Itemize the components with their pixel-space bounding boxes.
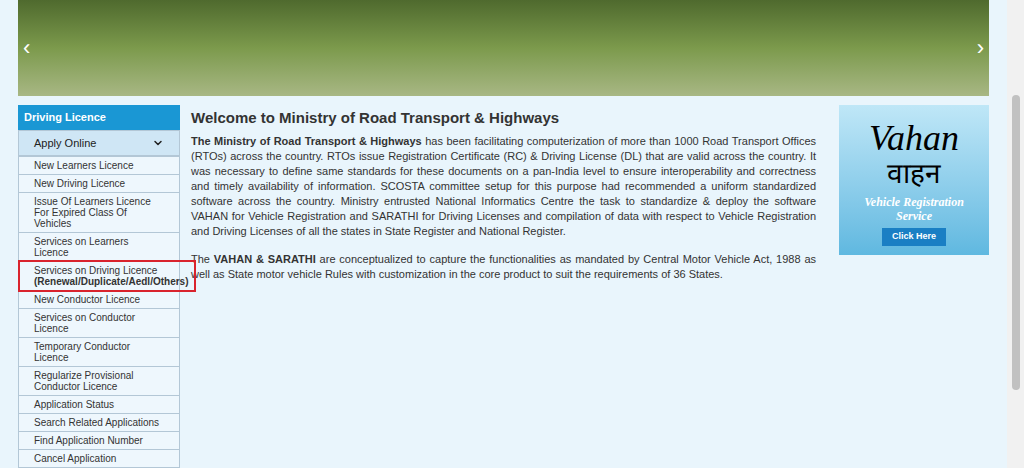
sidebar-item-label: Application Status [34,399,164,410]
ad-title: Vahan [869,119,959,157]
content: ‹›Driving LicenceApply OnlineNew Learner… [0,0,1007,468]
sidebar-item-label: Services on Driving Licence [34,265,164,276]
apply-online-section[interactable]: Apply Online [18,130,180,157]
sidebar-item-label: Temporary Conductor Licence [34,341,164,363]
paragraph-segment: has been facilitating computerization of… [191,135,816,237]
sidebar-item[interactable]: New Conductor Licence [18,290,180,309]
sidebar-item[interactable]: Regularize Provisional Conductor Licence [18,366,180,396]
sidebar-item-label: New Learners Licence [34,160,164,171]
page: ‹›Driving LicenceApply OnlineNew Learner… [0,0,1024,468]
sidebar-item[interactable]: Issue Of Learners Licence For Expired Cl… [18,192,180,233]
sidebar-item-label: Cancel Application [34,453,164,464]
sidebar-item-label: Find Application Number [34,435,164,446]
sidebar-item-label: Services on Learners Licence [34,236,164,258]
sidebar: Driving Licence Apply Online New Learners … [18,105,180,468]
sidebar-item[interactable]: Application Status [18,395,180,414]
sidebar-item[interactable]: Services on Driving Licence(Renewal/Dupl… [18,261,180,291]
sidebar-item-sublabel: (Renewal/Duplicate/Aedl/Others) [34,276,164,287]
sidebar-item-label: Search Related Applications [34,417,164,428]
sidebar-item-label: Issue Of Learners Licence For Expired Cl… [34,196,164,229]
main-text: Welcome to Ministry of Road Transport & … [191,105,816,468]
banner-prev-button[interactable]: ‹ [23,37,30,59]
sidebar-title: Driving Licence [18,105,180,130]
sidebar-item[interactable]: Find Application Number [18,431,180,450]
sidebar-list: New Learners Licence New Driving Licence I… [18,156,180,468]
chevron-down-icon [152,137,164,149]
paragraph-segment: The Ministry of Road Transport & Highway… [191,135,422,147]
sidebar-item[interactable]: New Driving Licence [18,174,180,193]
paragraph: The Ministry of Road Transport & Highway… [191,134,816,239]
sidebar-item[interactable]: Temporary Conductor Licence [18,337,180,367]
sidebar-item[interactable]: Search Related Applications [18,413,180,432]
body: Driving Licence Apply Online New Learners … [18,105,989,468]
paragraph: The VAHAN & SARATHI are conceptualized t… [191,252,816,282]
sidebar-item-label: New Driving Licence [34,178,164,189]
sidebar-item-label: Regularize Provisional Conductor Licence [34,370,164,392]
ad-script: वाहन [887,157,941,191]
banner: ‹› [18,0,989,96]
vahan-ad[interactable]: Vahanवाहन Vehicle Registration Service Cli… [839,105,989,255]
paragraph-segment: The [191,253,214,265]
banner-next-button[interactable]: › [977,37,984,59]
ad-subtitle: Vehicle Registration Service [839,195,989,223]
sidebar-item[interactable]: Cancel Application [18,449,180,468]
sidebar-item[interactable]: Services on Conductor Licence [18,308,180,338]
highlight-box [18,260,196,292]
scrollbar-thumb[interactable] [1012,95,1020,390]
ad-button[interactable]: Click Here [882,228,946,246]
paragraph-segment: VAHAN & SARATHI [214,253,316,265]
scrollbar[interactable] [1007,0,1024,468]
heading: Welcome to Ministry of Road Transport & … [191,109,816,127]
sidebar-item-label: Services on Conductor Licence [34,312,164,334]
sidebar-item[interactable]: New Learners Licence [18,156,180,175]
sidebar-item-label: New Conductor Licence [34,294,164,305]
sidebar-item[interactable]: Services on Learners Licence [18,232,180,262]
apply-online-label: Apply Online [34,135,96,152]
